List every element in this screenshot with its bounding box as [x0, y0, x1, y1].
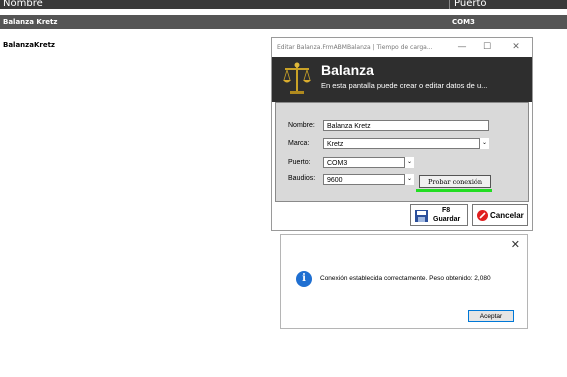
probar-conexion-button[interactable]: Probar conexión [419, 175, 491, 188]
marca-value: Kretz [327, 141, 344, 148]
marca-select[interactable]: Kretz ⌄ [323, 138, 489, 149]
grid-header: Nombre Puerto [0, 0, 567, 9]
column-separator[interactable] [449, 0, 450, 9]
message-box: ✕ i Conexión establecida correctamente. … [280, 234, 528, 329]
close-icon[interactable]: ✕ [511, 238, 520, 251]
puerto-select[interactable]: COM3 ⌄ [323, 157, 414, 168]
highlight-underline [416, 189, 492, 192]
message-text: Conexión establecida correctamente. Peso… [320, 275, 491, 282]
window-title: Editar Balanza.FrmABMBalanza | Tiempo de… [277, 44, 433, 51]
chevron-down-icon[interactable]: ⌄ [479, 138, 489, 149]
guardar-button[interactable]: F8 Guardar [410, 204, 468, 226]
aceptar-button[interactable]: Aceptar [468, 310, 514, 322]
form-panel: Nombre: Balanza Kretz Marca: Kretz ⌄ Pue… [275, 102, 529, 202]
maximize-button[interactable]: ☐ [477, 38, 497, 57]
banner-title: Balanza [321, 62, 374, 78]
minimize-button[interactable]: — [452, 38, 472, 57]
nombre-label: Nombre: [288, 122, 315, 129]
puerto-label: Puerto: [288, 159, 311, 166]
close-button[interactable]: ✕ [506, 38, 526, 57]
banner-subtitle: En esta pantalla puede crear o editar da… [321, 81, 488, 90]
chevron-down-icon[interactable]: ⌄ [404, 157, 414, 168]
cancelar-label: Cancelar [490, 211, 524, 220]
guardar-shortcut: F8 [442, 207, 451, 214]
guardar-label: Guardar [433, 216, 461, 223]
header-banner: Balanza En esta pantalla puede crear o e… [272, 57, 532, 102]
cell-puerto: COM3 [452, 18, 475, 26]
cancel-icon [477, 210, 488, 223]
baudios-value: 9600 [327, 177, 343, 184]
cell-nombre: Balanza Kretz [3, 18, 58, 26]
scale-icon [282, 61, 312, 101]
save-icon [415, 210, 428, 224]
baudios-select[interactable]: 9600 ⌄ [323, 174, 414, 185]
nombre-input[interactable]: Balanza Kretz [323, 120, 489, 131]
puerto-value: COM3 [327, 160, 348, 167]
column-header-nombre[interactable]: Nombre [3, 0, 43, 9]
table-row[interactable]: Balanza Kretz COM3 [0, 15, 567, 29]
cell-nombre: BalanzaKretz [3, 41, 56, 49]
window-titlebar[interactable]: Editar Balanza.FrmABMBalanza | Tiempo de… [272, 38, 532, 57]
marca-label: Marca: [288, 140, 310, 147]
edit-balanza-window: Editar Balanza.FrmABMBalanza | Tiempo de… [271, 37, 533, 231]
baudios-label: Baudios: [288, 175, 316, 182]
info-icon: i [296, 271, 312, 287]
chevron-down-icon[interactable]: ⌄ [404, 174, 414, 185]
cancelar-button[interactable]: Cancelar [472, 204, 528, 226]
column-header-puerto[interactable]: Puerto [454, 0, 487, 9]
